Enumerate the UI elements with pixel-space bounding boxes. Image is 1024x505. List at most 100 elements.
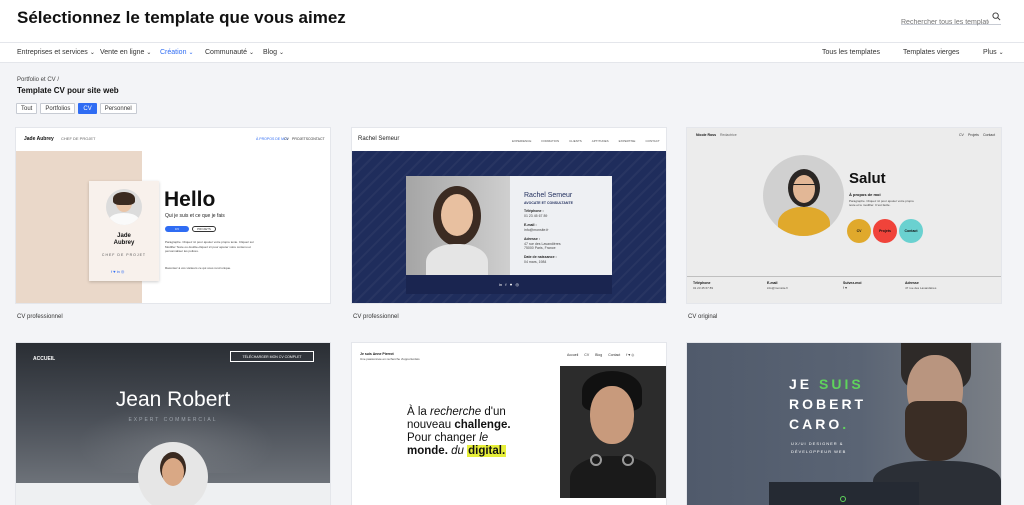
footer-value: info@monsite.fr: [767, 286, 789, 290]
template-nav-item: APTITUDES: [591, 139, 609, 143]
hero-line-3: CARO.: [789, 416, 849, 432]
footer-label: Adresse: [905, 281, 919, 285]
template-nav-item: CLIENTS: [569, 139, 582, 143]
chevron-down-icon: ⌄: [89, 50, 95, 56]
hero-line-2: ROBERT: [789, 396, 867, 412]
card-caption: CV professionnel: [17, 314, 63, 320]
email-value: info@monsite.fr: [524, 228, 549, 232]
template-card-rachel-semeur[interactable]: Rachel Semeur EXPERIENCE FORMATION CLIEN…: [352, 128, 666, 303]
template-nav-item: PROJETS: [292, 137, 309, 141]
hero-role-1: UX/UI DESIGNER &: [791, 441, 844, 446]
nav-entreprises[interactable]: Entreprises et services ⌄: [17, 49, 95, 56]
phone-label: Téléphone :: [524, 209, 544, 213]
text-fragment: challenge.: [454, 419, 511, 431]
search-box[interactable]: [901, 11, 1001, 29]
hero-name: Jean Robert: [115, 388, 231, 411]
hero-subline: Qui je suis et ce que je fais: [165, 213, 225, 219]
footer-value: 47 rue des Lavandières: [905, 286, 937, 290]
template-nav-item: CV: [284, 137, 289, 141]
profile-name: Rachel Semeur: [524, 192, 573, 199]
chevron-down-icon: ⌄: [146, 50, 152, 56]
nav-creation[interactable]: Création ⌄: [160, 49, 194, 56]
template-brand: Je suis Anne Pierrot: [360, 352, 394, 356]
breadcrumb[interactable]: Portfolio et CV /: [17, 77, 59, 83]
hero-role-2: DÉVELOPPEUR WEB: [791, 449, 847, 454]
template-nav-item: Contact: [608, 353, 621, 357]
projets-button: PROJETS: [192, 226, 216, 232]
template-card-jade-aubrey[interactable]: Jade Aubrey CHEF DE PROJET À PROPOS DE M…: [16, 128, 330, 303]
template-nav-item: Contact: [983, 133, 996, 137]
footer-label: Suivez-moi: [843, 281, 862, 285]
text-fragment: CARO: [789, 416, 843, 432]
template-brand: Nicole Ross: [696, 133, 717, 137]
category-nav: Entreprises et services ⌄ Vente en ligne ⌄…: [0, 42, 1024, 63]
filter-portfolios[interactable]: Portfolios: [40, 103, 76, 114]
profile-role: CHEF DE PROJET: [101, 253, 147, 257]
text-fragment: .: [842, 416, 850, 432]
nav-label: Vente en ligne: [100, 49, 145, 56]
search-input[interactable]: [901, 16, 989, 29]
nav-label: Communauté: [205, 49, 248, 56]
text-fragment: le: [479, 432, 489, 444]
about-text: Paragraphe. Cliquez ici pour ajouter vot…: [849, 199, 914, 207]
email-label: E-mail :: [524, 223, 537, 227]
nav-blog[interactable]: Blog ⌄: [263, 49, 284, 56]
template-nav-item: CONTACT: [645, 139, 660, 143]
nav-plus[interactable]: Plus ⌄: [983, 49, 1004, 56]
page-title: Sélectionnez le template que vous aimez: [17, 8, 346, 27]
cv-button: CV: [165, 226, 189, 232]
portrait-photo: [873, 343, 1001, 505]
template-card-robert-caro[interactable]: JE SUIS ROBERT CARO. UX/UI DESIGNER & DÉ…: [687, 343, 1001, 505]
template-brand: Rachel Semeur: [358, 136, 400, 142]
template-nav-item: CV: [584, 353, 590, 357]
portrait-photo: [560, 366, 666, 498]
footer-value: 01 23 45 67 89: [693, 286, 714, 290]
text-fragment: SUIS: [819, 376, 864, 392]
filter-cv[interactable]: CV: [78, 103, 97, 114]
hero-paragraph-2: Racontez à vos visiteurs ce qui vous ren…: [165, 266, 232, 270]
birth-label: Date de naissance :: [524, 255, 557, 259]
nav-vente-en-ligne[interactable]: Vente en ligne ⌄: [100, 49, 151, 56]
nav-templates-vierges[interactable]: Templates vierges: [903, 49, 959, 56]
filter-tout[interactable]: Tout: [16, 103, 38, 114]
template-nav-item: Accueil: [567, 353, 579, 357]
phone-value: 01 23 45 67 89: [524, 214, 548, 218]
template-nav-item: EXPERTISE: [618, 139, 636, 143]
template-nav-item: CONTACT: [308, 137, 325, 141]
template-card-anne-pierrot[interactable]: Je suis Anne Pierrot Une passionnée en r…: [352, 343, 666, 505]
filter-personnel[interactable]: Personnel: [99, 103, 137, 114]
footer-divider: [687, 276, 1001, 277]
hero-role: EXPERT COMMERCIAL: [128, 417, 218, 423]
nav-label: Blog: [263, 49, 278, 56]
portrait-circle: [763, 155, 844, 236]
nav-label: Entreprises et services: [17, 49, 88, 56]
footer-label: E-mail: [767, 281, 778, 285]
nav-communaute[interactable]: Communauté ⌄: [205, 49, 254, 56]
profile-last-name: Aubrey: [113, 240, 135, 246]
text-fragment: nouveau: [407, 419, 455, 431]
top-header: Sélectionnez le template que vous aimez: [0, 0, 1024, 42]
highlighted-text: digital.: [467, 445, 507, 457]
footer-social-icons: f ♥: [843, 286, 848, 290]
social-bar: in f ♥ ◎: [406, 275, 612, 294]
avatar: [138, 442, 208, 505]
template-card-jean-robert[interactable]: ACCUEIL TÉLÉCHARGER MON CV COMPLET Jean …: [16, 343, 330, 505]
template-brand-sub: Redactrice: [720, 133, 737, 137]
template-brand-sub: Une passionnée en recherche d'opportunit…: [360, 357, 420, 361]
template-nav: Accueil CV Blog Contact f ♥ ◎: [567, 353, 634, 357]
nav-tous-les-templates[interactable]: Tous les templates: [822, 49, 880, 56]
footer-label: Téléphone: [693, 281, 711, 285]
text-fragment: JE: [789, 376, 820, 392]
text-fragment: d'un: [481, 406, 506, 418]
search-icon[interactable]: [992, 12, 1001, 21]
green-dot: [840, 496, 846, 502]
nav-label: Création: [160, 49, 187, 56]
text-fragment: Pour changer: [407, 432, 480, 444]
hero-line-1: JE SUIS: [789, 376, 864, 392]
filter-chips: Tout Portfolios CV Personnel: [16, 103, 137, 115]
template-card-nicole-ross[interactable]: Nicole Ross Redactrice CV Projets Contac…: [687, 128, 1001, 303]
hero-headline: Hello: [164, 188, 216, 211]
template-brand-sub: CHEF DE PROJET: [61, 136, 96, 141]
address-label: Adresse :: [524, 237, 540, 241]
template-menu: ACCUEIL: [33, 356, 56, 362]
